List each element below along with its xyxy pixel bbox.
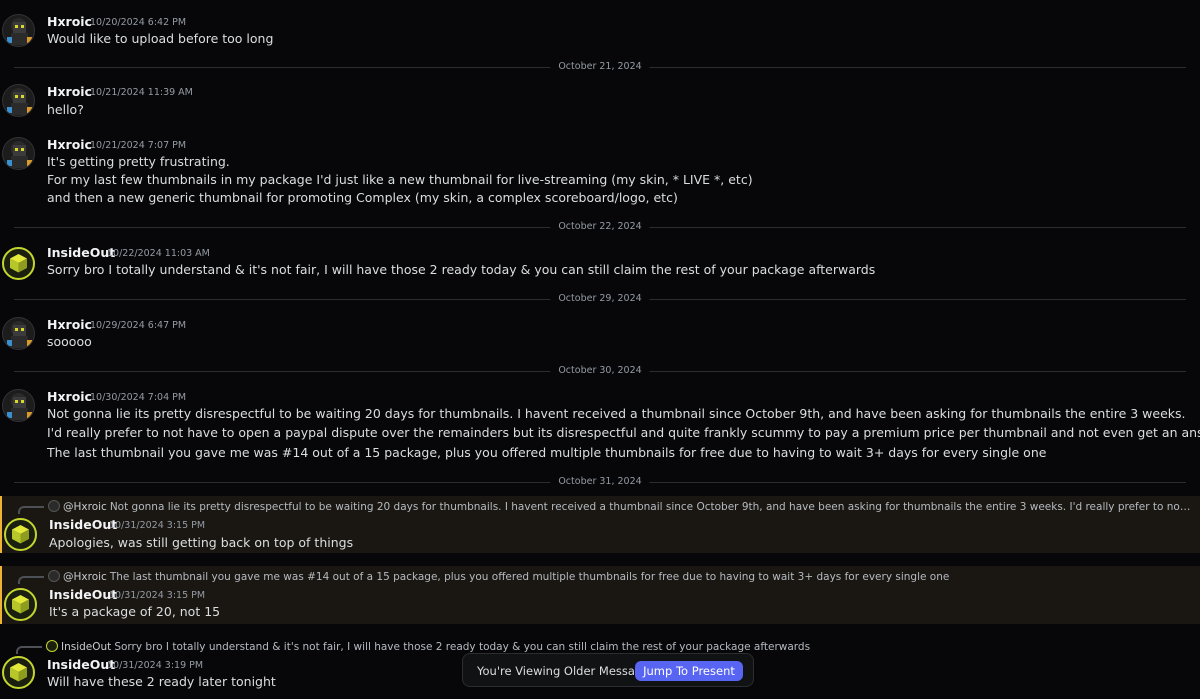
message-text: The last thumbnail you gave me was #14 o… (47, 445, 1047, 460)
date-divider: October 21, 2024 (14, 61, 1186, 72)
reply-avatar-icon (48, 500, 60, 512)
jump-to-present-button[interactable]: Jump To Present (635, 661, 743, 681)
chat-message-list[interactable]: Hxroic 10/20/2024 6:42 PM Would like to … (0, 0, 1200, 699)
reply-spine (18, 576, 44, 584)
timestamp: 10/30/2024 7:04 PM (90, 392, 187, 403)
message-text: hello? (47, 102, 84, 117)
author-name[interactable]: Hxroic (47, 137, 92, 152)
message-text: Will have these 2 ready later tonight (47, 674, 276, 689)
insideout-cube-icon[interactable] (4, 588, 37, 621)
reply-text: Not gonna lie its pretty disrespectful t… (109, 501, 1194, 513)
reply-preview[interactable]: @Hxroic The last thumbnail you gave me wa… (48, 570, 1194, 583)
message-text: Would like to upload before too long (47, 31, 274, 46)
message-text: Not gonna lie its pretty disrespectful t… (47, 406, 1186, 421)
author-name[interactable]: Hxroic (47, 14, 92, 29)
message[interactable]: Hxroic 10/29/2024 6:47 PM sooooo (0, 311, 1200, 355)
message-text: For my last few thumbnails in my package… (47, 172, 753, 187)
reply-text: The last thumbnail you gave me was #14 o… (109, 571, 950, 583)
message[interactable]: Hxroic 10/21/2024 7:07 PM It's getting p… (0, 131, 1200, 211)
author-name[interactable]: InsideOut (49, 517, 117, 532)
reply-avatar-icon (46, 640, 58, 652)
reply-author[interactable]: @Hxroic (63, 571, 107, 583)
hxroic-avatar-icon[interactable] (2, 137, 35, 170)
reply-preview[interactable]: InsideOut Sorry bro I totally understand … (46, 640, 1192, 653)
timestamp: 10/21/2024 11:39 AM (90, 87, 193, 98)
reply-author[interactable]: InsideOut (61, 641, 111, 653)
hxroic-avatar-icon[interactable] (2, 14, 35, 47)
timestamp: 10/31/2024 3:15 PM (109, 520, 206, 531)
insideout-cube-icon[interactable] (4, 518, 37, 551)
timestamp: 10/31/2024 3:19 PM (107, 660, 204, 671)
author-name[interactable]: Hxroic (47, 317, 92, 332)
date-divider-label: October 31, 2024 (550, 476, 650, 487)
reply-spine (16, 646, 42, 654)
hxroic-avatar-icon[interactable] (2, 84, 35, 117)
message-text: sooooo (47, 334, 92, 349)
author-name[interactable]: InsideOut (47, 657, 115, 672)
date-divider-label: October 29, 2024 (550, 293, 650, 304)
date-divider: October 31, 2024 (14, 476, 1186, 487)
message-text: and then a new generic thumbnail for pro… (47, 190, 678, 205)
reply-preview[interactable]: @Hxroic Not gonna lie its pretty disrespe… (48, 500, 1194, 513)
message[interactable]: InsideOut 10/22/2024 11:03 AM Sorry bro … (0, 239, 1200, 283)
timestamp: 10/21/2024 7:07 PM (90, 140, 187, 151)
message[interactable]: Hxroic 10/30/2024 7:04 PM Not gonna lie … (0, 383, 1200, 465)
message[interactable]: Hxroic 10/20/2024 6:42 PM Would like to … (0, 8, 1200, 52)
message-text: It's a package of 20, not 15 (49, 604, 221, 619)
date-divider-label: October 22, 2024 (550, 221, 650, 232)
message[interactable]: @Hxroic The last thumbnail you gave me wa… (0, 566, 1200, 624)
message-text: Sorry bro I totally understand & it's no… (47, 262, 876, 277)
author-name[interactable]: InsideOut (47, 245, 115, 260)
timestamp: 10/22/2024 11:03 AM (107, 248, 210, 259)
reply-text: Sorry bro I totally understand & it's no… (114, 641, 811, 653)
author-name[interactable]: Hxroic (47, 389, 92, 404)
older-messages-bar: You're Viewing Older Messages Jump To Pr… (462, 653, 754, 687)
date-divider: October 22, 2024 (14, 221, 1186, 232)
date-divider: October 30, 2024 (14, 365, 1186, 376)
message[interactable]: @Hxroic Not gonna lie its pretty disrespe… (0, 496, 1200, 553)
date-divider-label: October 30, 2024 (550, 365, 650, 376)
author-name[interactable]: InsideOut (49, 587, 117, 602)
hxroic-avatar-icon[interactable] (2, 317, 35, 350)
date-divider: October 29, 2024 (14, 293, 1186, 304)
message-text: It's getting pretty frustrating. (47, 154, 230, 169)
timestamp: 10/20/2024 6:42 PM (90, 17, 187, 28)
reply-spine (18, 506, 44, 514)
older-messages-label: You're Viewing Older Messages (477, 664, 656, 678)
insideout-cube-icon[interactable] (2, 656, 35, 689)
author-name[interactable]: Hxroic (47, 84, 92, 99)
timestamp: 10/31/2024 3:15 PM (109, 590, 206, 601)
message-text: I'd really prefer to not have to open a … (47, 425, 1200, 440)
insideout-cube-icon[interactable] (2, 247, 35, 280)
message-text: Apologies, was still getting back on top… (49, 535, 354, 550)
date-divider-label: October 21, 2024 (550, 61, 650, 72)
reply-avatar-icon (48, 570, 60, 582)
reply-author[interactable]: @Hxroic (63, 501, 107, 513)
timestamp: 10/29/2024 6:47 PM (90, 320, 187, 331)
hxroic-avatar-icon[interactable] (2, 389, 35, 422)
message[interactable]: Hxroic 10/21/2024 11:39 AM hello? (0, 78, 1200, 122)
